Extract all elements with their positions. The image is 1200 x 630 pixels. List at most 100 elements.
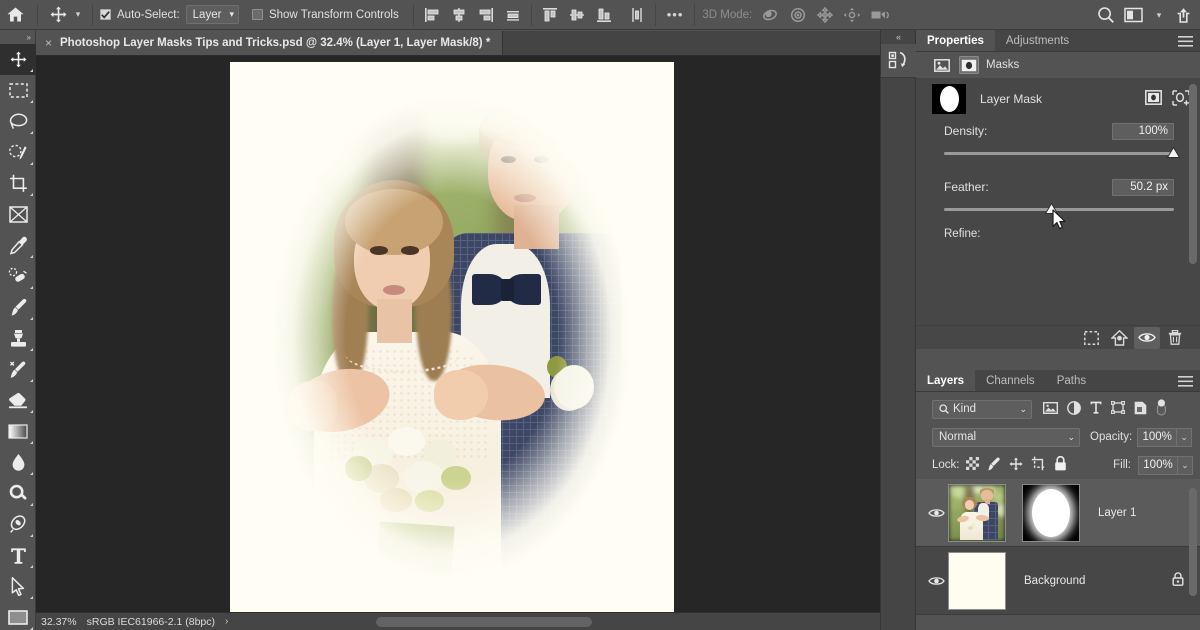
fill-value-field[interactable]: 100% [1138, 456, 1178, 475]
lock-position-icon[interactable] [1009, 457, 1023, 474]
properties-panel-menu-icon[interactable] [1178, 30, 1193, 52]
feather-slider[interactable] [944, 202, 1174, 218]
orbit-3d-icon[interactable] [762, 7, 780, 23]
align-top-edges-icon[interactable] [539, 4, 561, 26]
toggle-mask-visibility-icon[interactable] [1134, 327, 1160, 349]
layer-name-background[interactable]: Background [1024, 575, 1085, 587]
blend-mode-dropdown[interactable]: Normal ⌄ [932, 428, 1080, 447]
tool-gradient[interactable] [0, 416, 36, 447]
auto-select-scope-dropdown[interactable]: Layer ▾ [186, 5, 239, 24]
layer-thumbnail-background[interactable] [948, 552, 1006, 610]
lock-image-pixels-icon[interactable] [987, 457, 1001, 474]
layer-visibility-toggle-layer-1[interactable] [924, 507, 948, 519]
tool-quick-selection[interactable] [0, 137, 36, 168]
show-transform-controls-checkbox[interactable] [252, 9, 263, 20]
current-tool-move-icon[interactable] [45, 3, 71, 27]
pixel-mask-icon[interactable] [932, 56, 952, 74]
auto-select-checkbox[interactable] [100, 9, 111, 20]
more-options-icon[interactable]: ••• [663, 7, 688, 22]
opacity-value-field[interactable]: 100% [1137, 428, 1177, 447]
lock-transparent-pixels-icon[interactable] [966, 457, 979, 473]
pan-3d-icon[interactable] [816, 7, 834, 23]
workspace-switcher-icon[interactable] [1124, 7, 1143, 23]
history-actions-icon[interactable] [881, 44, 917, 78]
layer-name-layer-1[interactable]: Layer 1 [1098, 507, 1136, 519]
tool-blur[interactable] [0, 447, 36, 478]
layer-row-background[interactable]: Background [916, 547, 1200, 615]
lock-all-icon[interactable] [1054, 456, 1067, 474]
filter-pixel-icon[interactable] [1043, 402, 1058, 417]
tool-preset-caret-icon[interactable]: ▾ [71, 9, 85, 20]
home-icon[interactable] [0, 0, 30, 30]
tool-lasso[interactable] [0, 106, 36, 137]
density-slider-handle[interactable] [1167, 147, 1180, 158]
tab-paths[interactable]: Paths [1046, 370, 1097, 391]
workspace-caret-icon[interactable]: ▾ [1152, 10, 1166, 21]
tab-layers[interactable]: Layers [916, 370, 975, 391]
camera-3d-icon[interactable] [870, 7, 890, 23]
feather-value-field[interactable]: 50.2 px [1112, 179, 1174, 196]
tool-spot-healing-brush[interactable] [0, 261, 36, 292]
align-left-edges-icon[interactable] [421, 4, 443, 26]
tool-brush[interactable] [0, 292, 36, 323]
tool-history-brush[interactable] [0, 354, 36, 385]
tool-rectangular-marquee[interactable] [0, 75, 36, 106]
layer-row-layer-1[interactable]: Layer 1 [916, 479, 1200, 547]
roll-3d-icon[interactable] [789, 7, 807, 23]
align-horizontal-centers-icon[interactable] [448, 4, 470, 26]
filter-type-icon[interactable] [1090, 401, 1102, 417]
tool-path-selection[interactable] [0, 571, 36, 602]
tab-properties[interactable]: Properties [916, 30, 995, 51]
tab-channels[interactable]: Channels [975, 370, 1046, 391]
zoom-level[interactable]: 32.37% [41, 616, 77, 628]
align-right-edges-icon[interactable] [475, 4, 497, 26]
tools-expand-button[interactable]: » [0, 30, 35, 44]
collapse-panels-button[interactable]: « [881, 30, 915, 44]
load-selection-from-mask-icon[interactable] [1078, 327, 1104, 349]
tool-frame[interactable] [0, 199, 36, 230]
density-slider[interactable] [944, 146, 1174, 162]
lock-artboard-nesting-icon[interactable] [1031, 456, 1046, 474]
fill-stepper-caret-icon[interactable]: ⌄ [1178, 456, 1193, 475]
tool-clone-stamp[interactable] [0, 323, 36, 354]
status-expand-arrow-icon[interactable]: › [225, 616, 228, 627]
filter-toggle-icon[interactable] [1156, 399, 1167, 419]
share-icon[interactable] [1175, 7, 1192, 24]
tool-rectangle[interactable] [0, 602, 36, 630]
layer-mask-thumbnail-layer-1[interactable] [1022, 484, 1080, 542]
layer-mask-thumbnail[interactable] [932, 84, 966, 114]
delete-mask-icon[interactable] [1162, 327, 1188, 349]
align-bottom-edges-icon[interactable] [593, 4, 615, 26]
tool-crop[interactable] [0, 168, 36, 199]
add-vector-mask-icon[interactable] [1172, 90, 1190, 109]
vector-mask-icon[interactable] [959, 56, 979, 74]
layer-filter-kind-dropdown[interactable]: Kind ⌄ [932, 400, 1032, 419]
distribute-top-icon[interactable] [626, 4, 648, 26]
canvas-horizontal-scrollbar[interactable] [376, 617, 592, 627]
artboard[interactable] [230, 62, 674, 612]
tool-type[interactable] [0, 540, 36, 571]
layer-visibility-toggle-background[interactable] [924, 575, 948, 587]
filter-shape-icon[interactable] [1111, 401, 1125, 417]
document-tab[interactable]: × Photoshop Layer Masks Tips and Tricks.… [36, 31, 503, 55]
opacity-stepper-caret-icon[interactable]: ⌄ [1177, 428, 1192, 447]
layers-panel-scrollbar[interactable] [1189, 488, 1197, 596]
tool-move[interactable] [0, 44, 36, 75]
select-pixel-mask-icon[interactable] [1145, 90, 1162, 108]
slide-3d-icon[interactable] [843, 7, 861, 23]
tool-eyedropper[interactable] [0, 230, 36, 261]
distribute-spacing-icon[interactable] [502, 4, 524, 26]
layer-thumbnail-layer-1[interactable] [948, 484, 1006, 542]
layers-panel-menu-icon[interactable] [1178, 370, 1193, 392]
filter-adjustment-icon[interactable] [1067, 401, 1081, 418]
canvas-area[interactable] [36, 56, 896, 612]
density-value-field[interactable]: 100% [1112, 123, 1174, 140]
filter-smart-object-icon[interactable] [1134, 401, 1147, 418]
apply-mask-icon[interactable] [1106, 327, 1132, 349]
tab-adjustments[interactable]: Adjustments [995, 30, 1080, 51]
close-icon[interactable]: × [45, 36, 52, 50]
properties-panel-scrollbar[interactable] [1189, 84, 1197, 264]
tool-dodge[interactable] [0, 478, 36, 509]
distribute-vertical-centers-icon[interactable] [566, 4, 588, 26]
tool-pen[interactable] [0, 509, 36, 540]
